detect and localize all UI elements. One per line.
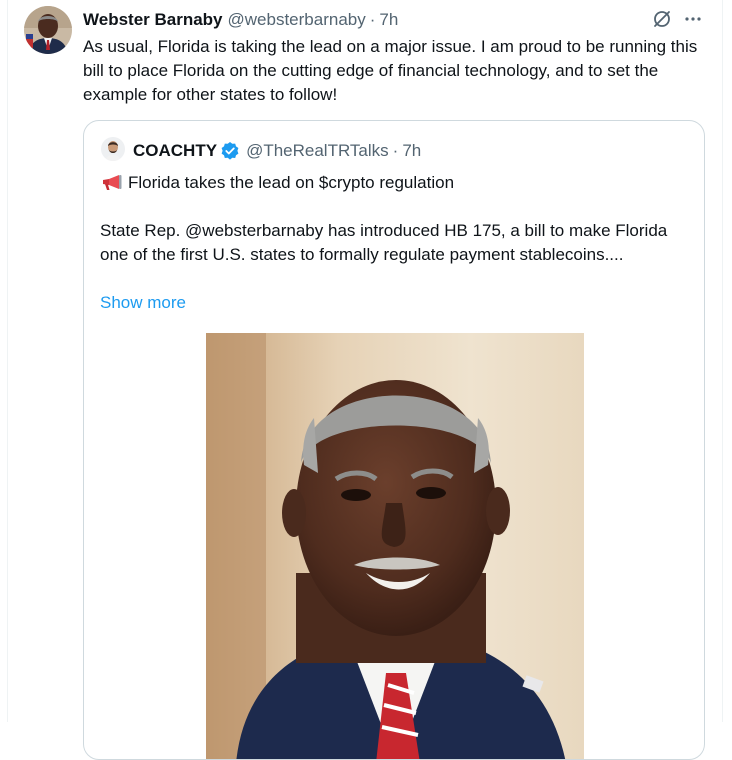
quote-headline-text: Florida takes the lead on $crypto regula… [128,173,455,192]
grok-icon[interactable] [651,8,673,30]
verified-badge-icon [220,141,240,161]
show-more-link[interactable]: Show more [100,291,186,315]
quote-headline: Florida takes the lead on $crypto regula… [100,171,454,195]
quote-body-text: State Rep. @websterbarnaby has introduce… [100,221,668,264]
tweet-timestamp[interactable]: 7h [379,10,398,30]
quote-author-avatar[interactable] [101,137,125,161]
author-name[interactable]: Webster Barnaby [83,10,223,30]
author-handle[interactable]: @websterbarnaby [228,10,366,30]
quote-tweet-card[interactable]: COACHTY @TheRealTRTalks · 7h Florida tak… [83,120,705,760]
quote-timestamp[interactable]: 7h [402,141,421,161]
quote-header-separator: · [392,141,399,160]
quote-author-handle[interactable]: @TheRealTRTalks [246,141,389,161]
more-icon[interactable] [682,8,704,30]
quote-header: COACHTY @TheRealTRTalks · 7h [133,140,421,162]
megaphone-icon [100,173,124,193]
quote-photo[interactable] [206,333,584,759]
author-avatar[interactable] [24,6,72,54]
tweet-text: As usual, Florida is taking the lead on … [83,37,698,104]
tweet-header: Webster Barnaby @websterbarnaby · 7h [83,9,398,31]
header-separator: · [369,10,376,29]
quote-author-name[interactable]: COACHTY [133,141,217,161]
